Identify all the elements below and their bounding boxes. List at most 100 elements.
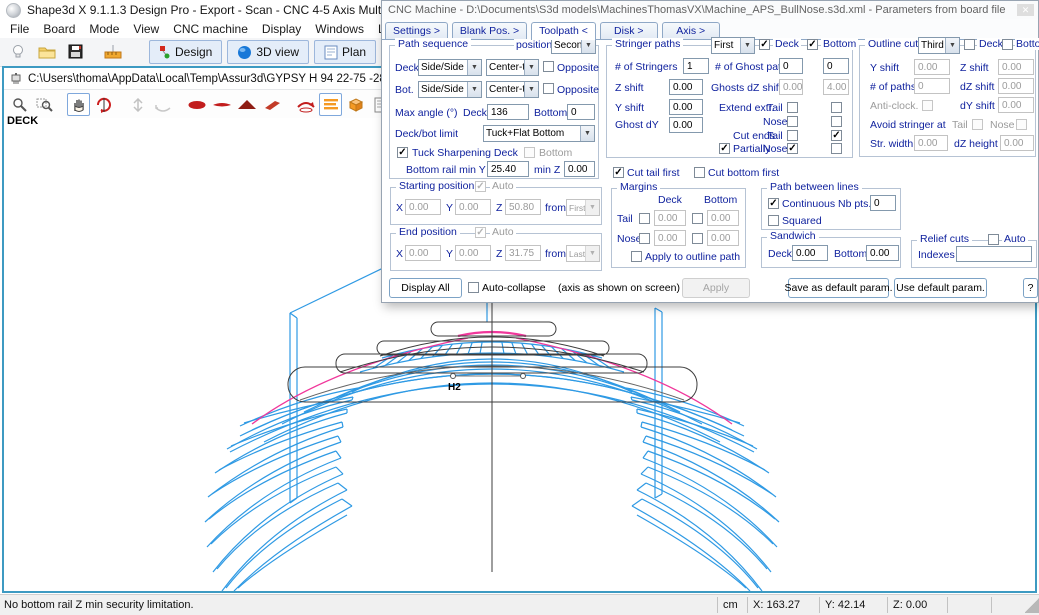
measure-icon[interactable] [101,41,125,63]
outline-order-select[interactable]: Third▼ [918,37,960,54]
display-all-button[interactable]: Display All [389,278,462,298]
outline-deck-checkbox[interactable] [964,39,975,50]
margins-nose-bottom-checkbox[interactable] [692,233,703,244]
relief-auto-checkbox[interactable] [988,234,999,245]
save-default-button[interactable]: Save as default param. [788,278,889,298]
continuous-checkbox[interactable]: ✓ [768,198,779,209]
min-z-field[interactable]: 0.00 [564,161,595,177]
y-shift-field[interactable]: 0.00 [669,99,703,115]
axis-note: (axis as shown on screen) [558,282,680,294]
apply-outline-path-checkbox[interactable] [631,251,642,262]
slab-view-icon[interactable] [260,93,283,116]
toolpath-lines-icon[interactable] [319,93,342,116]
z-shift-field[interactable]: 0.00 [669,79,703,95]
squared-checkbox[interactable] [768,215,779,226]
status-message: No bottom rail Z min security limitation… [0,599,717,611]
indexes-field[interactable] [956,246,1032,262]
cut-bottom-first-checkbox[interactable] [694,167,705,178]
deck-bot-limit-select[interactable]: Tuck+Flat Bottom▼ [483,125,595,142]
close-icon[interactable]: ✕ [1017,4,1034,16]
design-button[interactable]: Design [149,40,222,64]
ghost-paths-bottom-field[interactable]: 0 [823,58,849,74]
bot-opposite-checkbox[interactable] [543,83,554,94]
menu-display[interactable]: Display [255,21,308,37]
help-button[interactable]: ? [1023,278,1038,298]
margins-group: Margins Deck Bottom Tail 0.00 0.00 Nose … [611,188,746,268]
ghost-paths-deck-field[interactable]: 0 [779,58,803,74]
extend-nose-deck-checkbox[interactable] [787,116,798,127]
auto-collapse-checkbox[interactable] [468,282,479,293]
tuck-sharpening-checkbox[interactable]: ✓ [397,147,408,158]
deck-direction-select[interactable]: Center-to-▼ [486,59,539,76]
tab-toolpath[interactable]: Toolpath < [531,22,596,40]
menu-view[interactable]: View [126,21,166,37]
n-stringers-field[interactable]: 1 [683,58,709,74]
cut-tail-first-checkbox[interactable]: ✓ [613,167,624,178]
tab-disk[interactable]: Disk > [600,22,658,39]
avoid-stringer-label: Avoid stringer at [870,119,946,131]
max-angle-bottom-field[interactable]: 0 [567,104,595,120]
margins-tail-deck-checkbox[interactable] [639,213,650,224]
stringer-bottom-checkbox[interactable]: ✓ [807,39,818,50]
menu-windows[interactable]: Windows [308,21,371,37]
rotate-view-icon[interactable] [92,93,115,116]
margins-tail-deck-field: 0.00 [654,210,686,226]
outline-bottom-checkbox[interactable] [1002,39,1013,50]
sandwich-bottom-field[interactable]: 0.00 [866,245,899,261]
menu-board[interactable]: Board [36,21,82,37]
plan-button[interactable]: Plan [314,40,376,64]
margins-nose-deck-checkbox[interactable] [639,233,650,244]
extend-tail-bottom-checkbox[interactable] [831,102,842,113]
menu-cnc-machine[interactable]: CNC machine [166,21,255,37]
tab-settings[interactable]: Settings > [385,22,448,39]
end-y-label: Y [446,248,453,260]
deck-sequence-select[interactable]: Side/Side▼ [418,59,482,76]
bot-direction-select[interactable]: Center-to-▼ [486,81,539,98]
resize-grip-icon[interactable] [1025,597,1039,613]
profile-view-icon[interactable] [210,93,233,116]
deck-opposite-checkbox[interactable] [543,61,554,72]
extend-nose-bottom-checkbox[interactable] [831,116,842,127]
anti-clock-checkbox [922,100,933,111]
cut-ends-tail-bottom-checkbox[interactable]: ✓ [831,130,842,141]
status-cell-empty [947,597,991,613]
sandwich-deck-field[interactable]: 0.00 [792,245,828,261]
box-3d-icon[interactable] [344,93,367,116]
use-default-button[interactable]: Use default param. [894,278,987,298]
margins-tail-bottom-checkbox[interactable] [692,213,703,224]
extend-tail-deck-checkbox[interactable] [787,102,798,113]
lightbulb-icon[interactable] [6,41,30,63]
cut-ends-nose-bottom-checkbox[interactable] [831,143,842,154]
save-icon[interactable] [64,41,88,63]
stringer-deck-checkbox[interactable]: ✓ [759,39,770,50]
avoid-nose-label: Nose [990,119,1015,131]
rotate-board-icon[interactable] [294,93,317,116]
margins-nose-deck-field: 0.00 [654,230,686,246]
outline-view-icon[interactable] [185,93,208,116]
stringer-order-select[interactable]: First▼ [711,37,755,54]
cut-ends-tail-deck-checkbox[interactable] [787,130,798,141]
zoom-region-icon[interactable] [33,93,56,116]
partially-checkbox[interactable]: ✓ [719,143,730,154]
menu-mode[interactable]: Mode [82,21,126,37]
dropdown-arrow-icon: ▼ [740,38,754,53]
start-from-select: First point▼ [566,199,600,216]
zoom-in-icon[interactable] [8,93,31,116]
design-button-label: Design [175,45,212,59]
cut-ends-nose-deck-checkbox[interactable]: ✓ [787,143,798,154]
ghosts-dz-bottom-field: 4.00 [823,79,849,95]
bot-sequence-select[interactable]: Side/Side▼ [418,81,482,98]
pan-hand-icon[interactable] [67,93,90,116]
open-folder-icon[interactable] [35,41,59,63]
app-logo-icon [6,3,21,18]
max-angle-deck-field[interactable]: 136 [487,104,529,120]
3d-view-button[interactable]: 3D view [227,40,309,64]
end-z-label: Z [496,248,502,260]
bottom-rail-min-y-field[interactable]: 25.40 [487,161,529,177]
section-view-icon[interactable] [235,93,258,116]
menu-file[interactable]: File [3,21,36,37]
nb-pts-field[interactable]: 0 [870,195,896,211]
ghost-dy-field[interactable]: 0.00 [669,117,703,133]
str-width-field: 0.00 [914,135,948,151]
tab-blank-pos[interactable]: Blank Pos. > [452,22,527,39]
